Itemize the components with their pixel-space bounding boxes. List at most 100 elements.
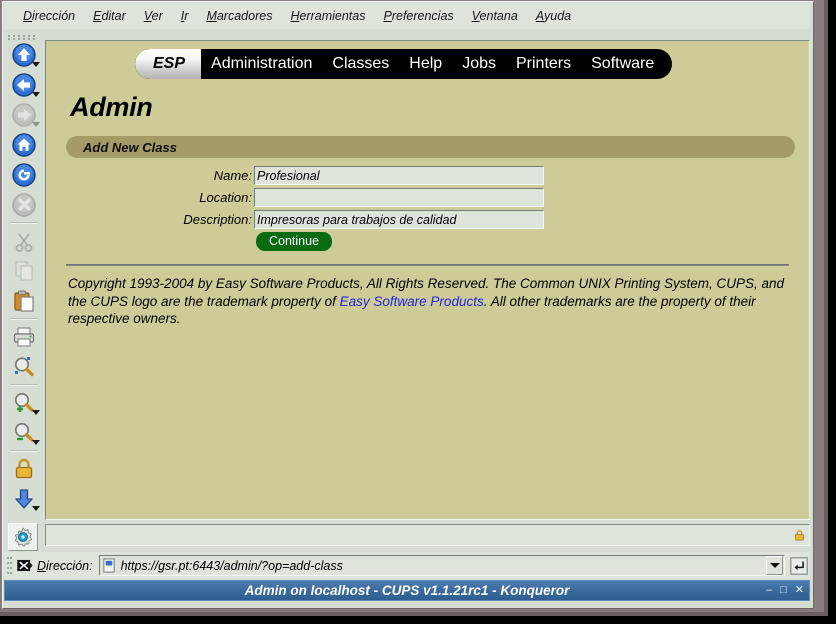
document-icon — [102, 558, 115, 573]
menu-label-rest: erramientas — [299, 9, 366, 23]
form-actions: Continue — [256, 232, 797, 251]
maximize-button[interactable]: □ — [780, 585, 787, 596]
tab-classes[interactable]: Classes — [322, 49, 399, 79]
cups-admin-page: ESP Administration Classes Help Jobs Pri… — [46, 41, 809, 519]
menu-label-rest: ditar — [101, 9, 126, 23]
menu-accel-char: P — [383, 9, 392, 23]
chevron-down-icon[interactable] — [32, 410, 40, 415]
close-button[interactable]: ✕ — [795, 585, 804, 596]
menu-accel-char: M — [206, 9, 217, 23]
ssl-lock-icon[interactable] — [790, 526, 808, 544]
copy-icon — [15, 261, 33, 281]
menu-accel-char: A — [535, 9, 545, 23]
print-icon — [13, 327, 35, 347]
window-title: Admin on localhost - CUPS v1.1.21rc1 - K… — [244, 583, 570, 598]
toolbar-button-find[interactable] — [7, 352, 41, 382]
tab-jobs[interactable]: Jobs — [452, 49, 506, 79]
status-bar — [45, 524, 810, 546]
section-header-bar: Add New Class — [66, 136, 795, 158]
window-titlebar[interactable]: Admin on localhost - CUPS v1.1.21rc1 - K… — [4, 580, 810, 601]
minimize-button[interactable]: – — [766, 585, 772, 596]
toolbar-button-zoom-in[interactable] — [7, 388, 41, 418]
toolbar-button-zoom-out[interactable] — [7, 418, 41, 448]
menu-item-marcadores[interactable]: Marcadores — [197, 7, 281, 25]
paste-clipboard-icon — [14, 290, 34, 312]
menu-item-editar[interactable]: Editar — [84, 7, 135, 25]
desktop-background: Dirección Editar Ver Ir Marcadores Herra… — [0, 0, 836, 624]
location-input-wrapper[interactable] — [98, 555, 785, 576]
continue-button[interactable]: Continue — [256, 232, 333, 251]
chevron-down-icon[interactable] — [32, 62, 40, 67]
reload-icon — [12, 163, 36, 187]
tab-esp[interactable]: ESP — [135, 49, 202, 79]
tab-printers[interactable]: Printers — [506, 49, 581, 79]
toolbar-button-print[interactable] — [7, 322, 41, 352]
chevron-down-icon — [769, 563, 780, 568]
toolbar-drag-handle[interactable] — [8, 33, 40, 40]
toolbar-button-stop — [7, 190, 41, 220]
clear-location-icon — [16, 559, 33, 572]
toolbar-button-security[interactable] — [7, 454, 41, 484]
tab-help[interactable]: Help — [399, 49, 452, 79]
chevron-down-icon — [32, 122, 40, 127]
menu-label-rest: er — [151, 9, 163, 23]
menu-item-herramientas[interactable]: Herramientas — [281, 7, 374, 25]
description-field-label: Description: — [183, 212, 252, 227]
menu-item-ir[interactable]: Ir — [172, 7, 198, 25]
toolbar-button-home[interactable] — [7, 130, 41, 160]
toolbar-button-forward — [7, 100, 41, 130]
form-row-description: Description: — [58, 210, 797, 229]
menu-item-preferencias[interactable]: Preferencias — [374, 7, 462, 25]
menu-label-rest: r — [184, 9, 189, 23]
cups-nav-tabs: ESP Administration Classes Help Jobs Pri… — [135, 49, 673, 79]
toolbar-button-paste[interactable] — [7, 286, 41, 316]
menu-item-ventana[interactable]: Ventana — [463, 7, 527, 25]
location-dropdown-button[interactable] — [766, 556, 783, 575]
window-controls: – □ ✕ — [766, 581, 804, 600]
toolbar-separator — [10, 450, 38, 452]
description-input[interactable] — [254, 210, 544, 229]
toolbar-separator — [10, 318, 38, 320]
chevron-down-icon[interactable] — [32, 92, 40, 97]
home-icon — [12, 133, 36, 157]
toolbar-separator — [10, 222, 38, 224]
toolbar-button-downloads[interactable] — [7, 484, 41, 514]
toolbar-button-reload[interactable] — [7, 160, 41, 190]
go-enter-icon — [790, 556, 808, 575]
toolbar-button-copy — [7, 256, 41, 286]
location-input[interactable] — [254, 188, 544, 207]
cut-scissors-icon — [15, 233, 33, 252]
menu-label-rest: entana — [479, 9, 518, 23]
location-label: Dirección: — [37, 559, 93, 573]
menu-accel-char: V — [143, 9, 152, 23]
name-field-label: Name: — [213, 168, 252, 183]
add-class-form: Name: Location: Description: Continue — [58, 166, 797, 251]
stop-icon — [12, 193, 36, 217]
location-label-accel: D — [37, 558, 47, 573]
tab-administration[interactable]: Administration — [201, 49, 322, 79]
chevron-down-icon[interactable] — [32, 440, 40, 445]
chevron-down-icon[interactable] — [32, 506, 40, 511]
menu-item-direccion[interactable]: Dirección — [14, 7, 84, 25]
location-bar-drag-handle[interactable] — [5, 556, 13, 576]
tab-software[interactable]: Software — [581, 49, 672, 79]
go-button[interactable] — [788, 555, 810, 577]
menu-item-ayuda[interactable]: Ayuda — [527, 7, 580, 25]
toolbar-button-settings[interactable] — [8, 523, 38, 551]
name-input[interactable] — [254, 166, 544, 185]
page-title: Admin — [70, 92, 153, 122]
toolbar-button-up[interactable] — [7, 40, 41, 70]
menu-label-rest: referencias — [391, 9, 454, 23]
easy-software-products-link[interactable]: Easy Software Products — [340, 294, 484, 309]
clear-location-button[interactable] — [13, 555, 35, 577]
form-row-location: Location: — [58, 188, 797, 207]
toolbar-button-cut — [7, 226, 41, 256]
menu-label-rest: irección — [32, 9, 76, 23]
location-input[interactable] — [120, 558, 766, 573]
menu-label-rest: arcadores — [216, 9, 273, 23]
copyright-notice: Copyright 1993-2004 by Easy Software Pro… — [68, 275, 787, 328]
menubar: Dirección Editar Ver Ir Marcadores Herra… — [4, 3, 810, 29]
toolbar-button-back[interactable] — [7, 70, 41, 100]
menu-item-ver[interactable]: Ver — [135, 7, 172, 25]
main-toolbar — [5, 31, 43, 551]
